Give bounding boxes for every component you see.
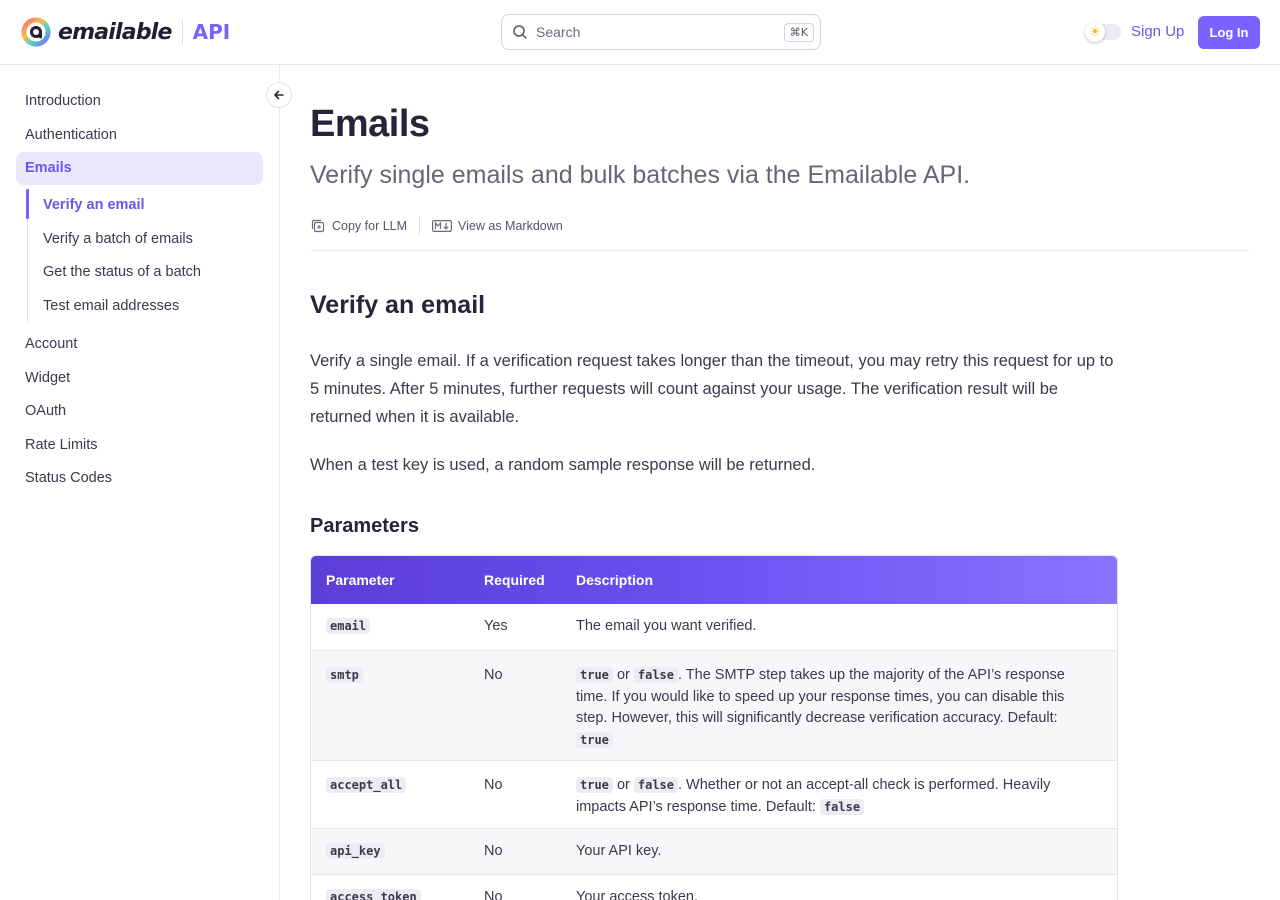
collapse-sidebar-button[interactable] xyxy=(266,82,292,108)
table-row: accept_all No true or false. Whether or … xyxy=(311,760,1117,828)
default-code: false xyxy=(819,798,865,815)
param-name: access_token xyxy=(326,887,421,900)
table-header: Parameter Required Description xyxy=(311,556,1117,604)
page-actions: Copy for LLM View as Markdown xyxy=(310,217,563,235)
sidebar-item-status-codes[interactable]: Status Codes xyxy=(25,470,112,486)
markdown-icon xyxy=(432,220,453,233)
param-description: true or false. Whether or not an accept-… xyxy=(576,775,1086,818)
sidebar-item-account[interactable]: Account xyxy=(25,336,77,352)
param-required: No xyxy=(484,667,503,683)
param-code: api_key xyxy=(326,843,385,859)
sidebar-item-authentication[interactable]: Authentication xyxy=(25,127,117,143)
param-required: No xyxy=(484,777,503,793)
subnav-active-marker xyxy=(26,189,29,219)
param-description: true or false. The SMTP step takes up th… xyxy=(576,665,1066,751)
param-description: Your API key. xyxy=(576,843,662,859)
section-description: Verify a single email. If a verification… xyxy=(310,352,1114,426)
value-code: false xyxy=(633,777,678,793)
value-code: true xyxy=(576,777,613,793)
param-code: access_token xyxy=(326,889,421,900)
param-name: accept_all xyxy=(326,775,407,797)
default-code: true xyxy=(576,731,613,748)
log-in-button[interactable]: Log In xyxy=(1198,16,1260,49)
top-header: emailable API Search ⌘K ☀ Sign Up Log In xyxy=(0,0,1280,65)
value-code: false xyxy=(633,667,678,683)
column-header-required: Required xyxy=(484,572,545,588)
param-required: Yes xyxy=(484,618,508,634)
sign-up-link[interactable]: Sign Up xyxy=(1131,23,1184,40)
search-icon xyxy=(513,25,527,39)
table-row: email Yes The email you want verified. xyxy=(311,604,1117,650)
param-name: email xyxy=(326,616,371,638)
param-code: email xyxy=(326,618,371,634)
param-name: smtp xyxy=(326,665,363,687)
sun-icon: ☀ xyxy=(1085,22,1105,42)
theme-toggle[interactable]: ☀ xyxy=(1085,22,1121,42)
copy-for-llm-button[interactable]: Copy for LLM xyxy=(310,218,407,234)
test-key-note: When a test key is used, a random sample… xyxy=(310,456,816,474)
parameters-table: Parameter Required Description email Yes… xyxy=(310,555,1118,900)
sidebar-item-label: Emails xyxy=(25,160,72,176)
sidebar-item-introduction[interactable]: Introduction xyxy=(25,93,101,109)
sidebar-subitem-verify-batch[interactable]: Verify a batch of emails xyxy=(43,231,193,247)
param-code: accept_all xyxy=(326,777,407,793)
sidebar-subitem-batch-status[interactable]: Get the status of a batch xyxy=(43,264,201,280)
page-title: Emails xyxy=(310,103,430,145)
or-text: or xyxy=(616,777,630,793)
table-row: api_key No Your API key. xyxy=(311,828,1117,874)
column-header-parameter: Parameter xyxy=(326,572,395,588)
arrow-left-icon xyxy=(274,90,284,100)
search-input[interactable]: Search ⌘K xyxy=(501,14,821,50)
param-description: Your access token. xyxy=(576,889,698,900)
copy-icon xyxy=(311,219,325,233)
actions-divider xyxy=(419,217,421,235)
param-description: The email you want verified. xyxy=(576,618,757,634)
param-name: api_key xyxy=(326,841,385,863)
parameters-title: Parameters xyxy=(310,515,419,537)
view-as-markdown-button[interactable]: View as Markdown xyxy=(432,219,563,233)
sidebar-subitem-test-emails[interactable]: Test email addresses xyxy=(43,298,179,314)
param-code: smtp xyxy=(326,667,363,683)
view-as-markdown-label: View as Markdown xyxy=(458,219,563,233)
header-divider xyxy=(310,250,1250,251)
search-shortcut-badge: ⌘K xyxy=(783,22,814,42)
emailable-logo-icon xyxy=(21,17,51,47)
sidebar-nav: Introduction Authentication Emails Verif… xyxy=(0,65,292,900)
or-text: or xyxy=(616,667,630,683)
table-row: access_token No Your access token. xyxy=(311,874,1117,900)
page-subtitle: Verify single emails and bulk batches vi… xyxy=(310,161,971,189)
table-row: smtp No true or false. The SMTP step tak… xyxy=(311,650,1117,760)
sidebar-subitem-verify-email[interactable]: Verify an email xyxy=(43,197,145,213)
sidebar-item-emails[interactable]: Emails xyxy=(16,152,263,185)
product-name: API xyxy=(192,20,231,44)
brand-name: emailable xyxy=(58,19,172,45)
param-required: No xyxy=(484,889,503,900)
logo-divider xyxy=(181,20,183,44)
sidebar-item-rate-limits[interactable]: Rate Limits xyxy=(25,437,98,453)
sidebar-item-widget[interactable]: Widget xyxy=(25,370,70,386)
param-required: No xyxy=(484,843,503,859)
column-header-description: Description xyxy=(576,572,654,588)
value-code: true xyxy=(576,667,613,683)
search-placeholder: Search xyxy=(536,24,581,40)
sidebar-item-oauth[interactable]: OAuth xyxy=(25,403,66,419)
brand-logo[interactable]: emailable API xyxy=(20,16,230,48)
copy-for-llm-label: Copy for LLM xyxy=(332,219,408,233)
section-title: Verify an email xyxy=(310,291,486,319)
